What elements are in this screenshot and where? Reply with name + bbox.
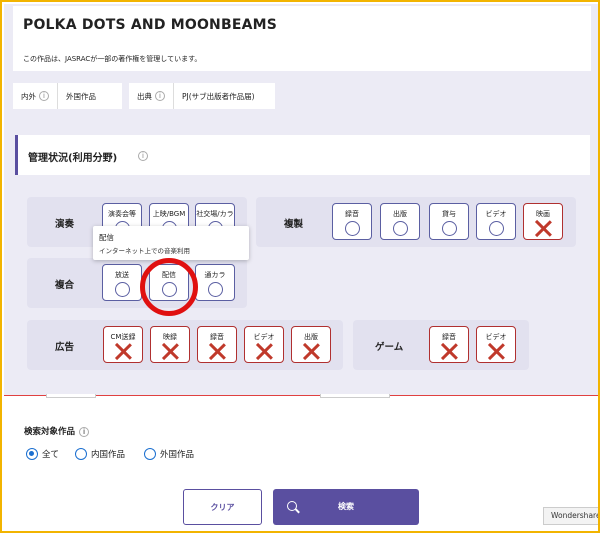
tile-label: 録音 bbox=[210, 333, 224, 341]
tile-label: ビデオ bbox=[485, 333, 507, 341]
help-icon[interactable]: i bbox=[79, 427, 90, 437]
circle-icon bbox=[442, 221, 457, 236]
group-label-ads: 広告 bbox=[55, 342, 75, 353]
tile-label: 貸与 bbox=[442, 210, 456, 218]
source-value: PJ(サブ出版者作品届) bbox=[182, 91, 255, 101]
tile-label: ビデオ bbox=[485, 210, 507, 218]
divider bbox=[57, 83, 58, 109]
source-label: 出典 bbox=[137, 91, 152, 101]
detail-panel: POLKA DOTS AND MOONBEAMS この作品は、JASRACが一部… bbox=[4, 4, 598, 396]
management-title: 管理状況(利用分野) bbox=[28, 153, 118, 164]
tooltip-desc: インターネット上での音楽利用 bbox=[99, 247, 190, 255]
cross-icon bbox=[303, 343, 320, 360]
tile-game-video[interactable]: ビデオ bbox=[476, 326, 516, 363]
management-section-header: 管理状況(利用分野) i bbox=[15, 135, 590, 175]
group-label-game: ゲーム bbox=[375, 342, 404, 353]
clear-button[interactable]: クリア bbox=[183, 489, 262, 525]
radio-icon[interactable] bbox=[75, 448, 87, 460]
circle-icon bbox=[345, 221, 360, 236]
cross-icon bbox=[535, 220, 552, 237]
tile-label: 通カラ bbox=[204, 271, 226, 279]
cross-icon bbox=[256, 343, 273, 360]
tile-cm-recording[interactable]: CM送録 bbox=[103, 326, 143, 363]
radio-foreign[interactable]: 外国作品 bbox=[144, 448, 194, 460]
radio-icon[interactable] bbox=[144, 448, 156, 460]
tile-label: 出版 bbox=[304, 333, 318, 341]
search-target-label: 検索対象作品 i bbox=[24, 425, 90, 437]
group-composite: 複合 放送 配信 通カラ bbox=[27, 258, 247, 308]
distribution-tooltip: 配信 インターネット上での音楽利用 bbox=[93, 226, 249, 260]
tile-recording[interactable]: 録音 bbox=[332, 203, 372, 240]
circle-icon bbox=[489, 221, 504, 236]
circle-icon bbox=[115, 282, 130, 297]
help-icon[interactable]: i bbox=[39, 91, 49, 101]
tile-film-recording[interactable]: 映録 bbox=[150, 326, 190, 363]
radio-label: 外国作品 bbox=[160, 450, 195, 460]
tile-label: 上映/BGM bbox=[152, 210, 186, 218]
origin-label: 内外 bbox=[21, 91, 36, 101]
tile-ad-recording[interactable]: 録音 bbox=[197, 326, 237, 363]
tile-video[interactable]: ビデオ bbox=[476, 203, 516, 240]
radio-all[interactable]: 全て bbox=[26, 448, 59, 460]
tile-label: 録音 bbox=[345, 210, 359, 218]
group-label-reproduction: 複製 bbox=[284, 219, 304, 230]
tile-film[interactable]: 映画 bbox=[523, 203, 563, 240]
group-label-performance: 演奏 bbox=[55, 219, 75, 230]
dropdown-edge[interactable] bbox=[46, 394, 96, 398]
tile-game-recording[interactable]: 録音 bbox=[429, 326, 469, 363]
tile-label: 演奏会等 bbox=[108, 210, 136, 218]
radio-label: 内国作品 bbox=[91, 450, 126, 460]
tile-ad-publishing[interactable]: 出版 bbox=[291, 326, 331, 363]
group-label-composite: 複合 bbox=[55, 280, 75, 291]
work-header: POLKA DOTS AND MOONBEAMS この作品は、JASRACが一部… bbox=[13, 6, 591, 71]
tile-label: 社交場/カラ bbox=[196, 210, 234, 218]
search-target-text: 検索対象作品 bbox=[24, 427, 76, 437]
tile-label: ビデオ bbox=[253, 333, 275, 341]
cross-icon bbox=[209, 343, 226, 360]
circle-icon bbox=[208, 282, 223, 297]
watermark-badge: Wondershare bbox=[543, 507, 598, 525]
search-button-label: 検索 bbox=[338, 502, 354, 511]
help-icon[interactable]: i bbox=[138, 151, 148, 161]
group-game: ゲーム 録音 ビデオ bbox=[353, 320, 529, 370]
source-box: 出典 i PJ(サブ出版者作品届) bbox=[129, 83, 275, 109]
cross-icon bbox=[115, 343, 132, 360]
cross-icon bbox=[162, 343, 179, 360]
tile-comm-karaoke[interactable]: 通カラ bbox=[195, 264, 235, 301]
work-title: POLKA DOTS AND MOONBEAMS bbox=[23, 17, 278, 33]
help-icon[interactable]: i bbox=[155, 91, 165, 101]
radio-domestic[interactable]: 内国作品 bbox=[75, 448, 125, 460]
radio-label: 全て bbox=[42, 450, 60, 460]
origin-value: 外国作品 bbox=[66, 91, 96, 101]
tile-label: CM送録 bbox=[110, 333, 136, 341]
tile-label: 放送 bbox=[115, 271, 129, 279]
tile-label: 映画 bbox=[536, 210, 550, 218]
tile-ad-video[interactable]: ビデオ bbox=[244, 326, 284, 363]
jasrac-notice: この作品は、JASRACが一部の著作権を管理しています。 bbox=[23, 55, 202, 63]
divider bbox=[173, 83, 174, 109]
tile-label: 映録 bbox=[163, 333, 177, 341]
tile-publishing[interactable]: 出版 bbox=[380, 203, 420, 240]
circle-icon bbox=[393, 221, 408, 236]
search-button[interactable]: 検索 bbox=[273, 489, 419, 525]
tile-label: 出版 bbox=[393, 210, 407, 218]
highlight-ring bbox=[140, 258, 198, 316]
tile-rental[interactable]: 貸与 bbox=[429, 203, 469, 240]
app-frame: POLKA DOTS AND MOONBEAMS この作品は、JASRACが一部… bbox=[0, 0, 600, 533]
origin-box: 内外 i 外国作品 bbox=[13, 83, 122, 109]
tooltip-title: 配信 bbox=[99, 233, 114, 242]
tile-broadcast[interactable]: 放送 bbox=[102, 264, 142, 301]
radio-selected-icon[interactable] bbox=[26, 448, 38, 460]
dropdown-edge[interactable] bbox=[320, 394, 390, 398]
group-ads: 広告 CM送録 映録 録音 ビデオ 出版 bbox=[27, 320, 343, 370]
cross-icon bbox=[488, 343, 505, 360]
group-reproduction: 複製 録音 出版 貸与 ビデオ 映画 bbox=[256, 197, 576, 247]
cross-icon bbox=[441, 343, 458, 360]
tile-label: 録音 bbox=[442, 333, 456, 341]
